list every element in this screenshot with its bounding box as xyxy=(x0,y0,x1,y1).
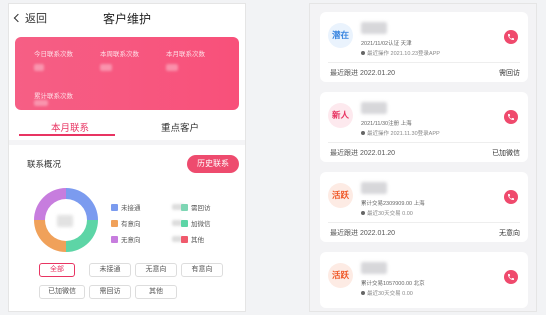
history-contacts-button[interactable]: 历史联系 xyxy=(187,155,239,173)
divider xyxy=(9,140,245,145)
legend-swatch xyxy=(111,235,118,243)
customer-tag-badge: 活跃 xyxy=(328,263,353,288)
legend-value-redacted xyxy=(171,236,182,242)
customer-card[interactable]: 潜在 2021/11/02认证 天津 最近操作 2021.10.23登录APP … xyxy=(320,12,528,82)
clock-icon xyxy=(361,51,365,55)
phone-icon xyxy=(508,274,514,280)
phone-icon xyxy=(508,194,514,200)
recent-activity: 最近30天交易 0.00 xyxy=(361,289,413,297)
stat-label: 本周联系次数 xyxy=(100,51,139,58)
last-followup: 最近跟进 2022.01.20 xyxy=(330,230,395,237)
section-title: 联系概况 xyxy=(27,159,62,169)
divider xyxy=(328,222,520,223)
phone-icon xyxy=(508,114,514,120)
stat-value-redacted xyxy=(34,100,48,106)
stat-total: 累计联系次数 xyxy=(34,90,73,100)
last-followup: 最近跟进 2022.01.20 xyxy=(330,70,395,77)
clock-icon xyxy=(361,291,365,295)
legend-label: 未接通 xyxy=(121,205,141,212)
filter-other[interactable]: 其他 xyxy=(135,285,177,299)
page-title: 客户维护 xyxy=(102,12,151,26)
legend-label: 有意向 xyxy=(121,221,141,228)
customer-info: 2021/11/30注册 上海 xyxy=(361,121,412,127)
clock-icon xyxy=(361,211,365,215)
divider xyxy=(328,142,520,143)
stat-value-redacted xyxy=(166,64,178,71)
call-button[interactable] xyxy=(504,190,518,204)
tab-this-month[interactable]: 本月联系 xyxy=(51,120,89,134)
header: 返回 客户维护 xyxy=(9,4,245,32)
stat-today: 今日联系次数 xyxy=(34,48,73,58)
followup-status: 需回访 xyxy=(499,70,520,77)
customer-name-redacted xyxy=(361,262,387,274)
tab-bar: 本月联系 重点客户 xyxy=(9,120,245,140)
legend-label: 加微信 xyxy=(191,221,211,228)
recent-activity-text: 最近操作 2021.10.23登录APP xyxy=(367,51,441,57)
call-button[interactable] xyxy=(504,270,518,284)
recent-activity: 最近30天交易 0.00 xyxy=(361,209,413,217)
stat-label: 今日联系次数 xyxy=(34,51,73,58)
customer-info: 累计交易2309909.00 上海 xyxy=(361,201,425,207)
filter-added-wechat[interactable]: 已加微信 xyxy=(39,285,85,299)
legend-item: 需回访 xyxy=(181,202,211,212)
stat-value-redacted xyxy=(100,64,112,71)
chart-legend: 未接通 需回访 有意向 加微信 无意向 其他 xyxy=(111,202,241,252)
contact-donut-chart xyxy=(34,188,98,252)
recent-activity-text: 最近30天交易 0.00 xyxy=(367,291,413,297)
legend-item: 无意向 xyxy=(111,234,182,244)
stat-month: 本月联系次数 xyxy=(166,48,205,58)
customer-maintenance-screen: 返回 客户维护 今日联系次数 本周联系次数 本月联系次数 累计联系次数 本月联系… xyxy=(8,3,246,312)
legend-swatch xyxy=(181,203,188,211)
tab-key-customers[interactable]: 重点客户 xyxy=(161,120,199,134)
stat-label: 累计联系次数 xyxy=(34,93,73,100)
stats-card: 今日联系次数 本周联系次数 本月联系次数 累计联系次数 xyxy=(15,37,239,110)
stat-week: 本周联系次数 xyxy=(100,48,139,58)
followup-status: 已加微信 xyxy=(492,150,520,157)
customer-info: 2021/11/02认证 天津 xyxy=(361,41,412,47)
customer-list-screen: 潜在 2021/11/02认证 天津 最近操作 2021.10.23登录APP … xyxy=(309,3,537,312)
followup-status: 无意向 xyxy=(499,230,520,237)
legend-item: 未接通 xyxy=(111,202,184,212)
recent-activity: 最近操作 2021.10.23登录APP xyxy=(361,49,440,57)
donut-center-redacted xyxy=(57,215,73,227)
stat-label: 本月联系次数 xyxy=(166,51,205,58)
clock-icon xyxy=(361,131,365,135)
customer-card[interactable]: 活跃 累计交易1057000.00 北京 最近30天交易 0.00 xyxy=(320,252,528,308)
filter-unreached[interactable]: 未接通 xyxy=(89,263,131,277)
recent-activity-text: 最近30天交易 0.00 xyxy=(367,211,413,217)
legend-label: 其他 xyxy=(191,237,204,244)
customer-tag-badge: 潜在 xyxy=(328,23,353,48)
recent-activity-text: 最近操作 2021.11.30登录APP xyxy=(367,131,440,137)
phone-icon xyxy=(508,34,514,40)
filter-need-followup[interactable]: 需回访 xyxy=(89,285,131,299)
customer-name-redacted xyxy=(361,22,387,34)
customer-tag-badge: 新人 xyxy=(328,103,353,128)
legend-label: 无意向 xyxy=(121,237,141,244)
customer-card[interactable]: 活跃 累计交易2309909.00 上海 最近30天交易 0.00 最近跟进 2… xyxy=(320,172,528,242)
call-button[interactable] xyxy=(504,110,518,124)
customer-name-redacted xyxy=(361,182,387,194)
active-tab-indicator xyxy=(19,134,115,136)
call-button[interactable] xyxy=(504,30,518,44)
last-followup: 最近跟进 2022.01.20 xyxy=(330,150,395,157)
recent-activity: 最近操作 2021.11.30登录APP xyxy=(361,129,440,137)
legend-swatch xyxy=(181,235,188,243)
customer-tag-badge: 活跃 xyxy=(328,183,353,208)
legend-item: 其他 xyxy=(181,234,204,244)
divider xyxy=(328,62,520,63)
filter-all[interactable]: 全部 xyxy=(39,263,75,277)
legend-item: 有意向 xyxy=(111,218,182,228)
legend-label: 需回访 xyxy=(191,205,211,212)
filter-interested[interactable]: 有意向 xyxy=(181,263,223,277)
legend-swatch xyxy=(111,203,118,211)
customer-info: 累计交易1057000.00 北京 xyxy=(361,281,425,287)
customer-name-redacted xyxy=(361,102,387,114)
legend-swatch xyxy=(181,219,188,227)
legend-value-redacted xyxy=(171,220,182,226)
stat-value-redacted xyxy=(34,64,44,71)
filter-not-interested[interactable]: 无意向 xyxy=(135,263,177,277)
legend-item: 加微信 xyxy=(181,218,211,228)
legend-swatch xyxy=(111,219,118,227)
customer-card[interactable]: 新人 2021/11/30注册 上海 最近操作 2021.11.30登录APP … xyxy=(320,92,528,162)
